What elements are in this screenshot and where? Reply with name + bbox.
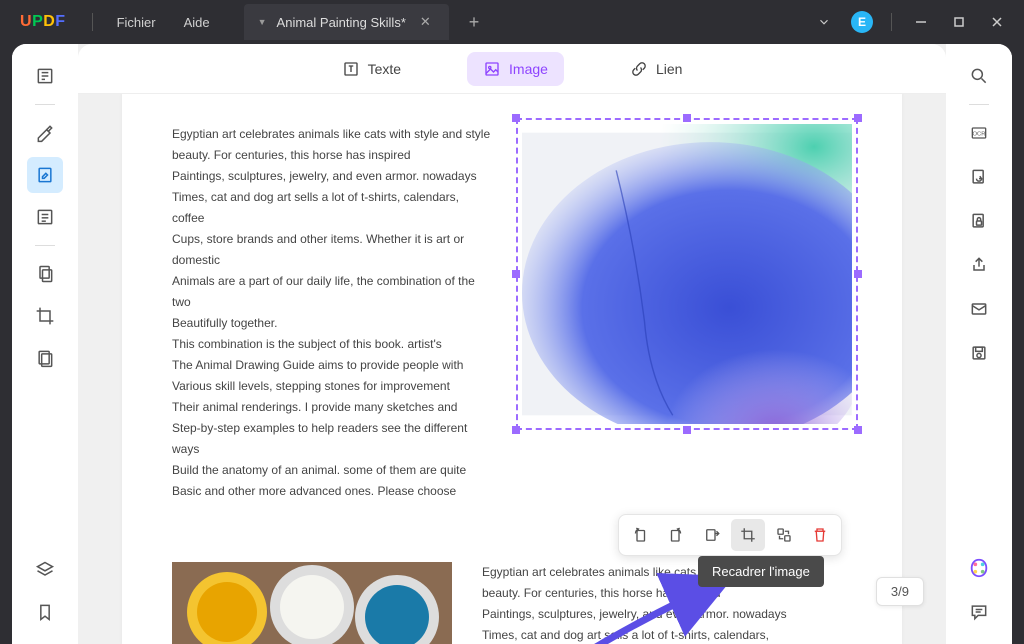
text-icon <box>342 60 360 78</box>
replace-image-icon[interactable] <box>767 519 801 551</box>
page-indicator[interactable]: 3/9 <box>876 577 924 606</box>
text-column-left: Egyptian art celebrates animals like cat… <box>172 124 492 502</box>
tool-text-label: Texte <box>368 61 401 77</box>
center-area: Texte Image Lien Egyptian art celebrates… <box>78 44 946 644</box>
image-context-toolbar <box>618 514 842 556</box>
compress-icon[interactable] <box>27 340 63 376</box>
resize-handle[interactable] <box>512 270 520 278</box>
crop-icon[interactable] <box>27 298 63 334</box>
maximize-button[interactable] <box>940 4 978 40</box>
resize-handle[interactable] <box>683 426 691 434</box>
share-icon[interactable] <box>961 247 997 283</box>
resize-handle[interactable] <box>854 270 862 278</box>
crop-image-icon[interactable] <box>731 519 765 551</box>
rotate-right-icon[interactable] <box>659 519 693 551</box>
edit-icon[interactable] <box>27 157 63 193</box>
separator <box>969 104 989 105</box>
workspace: Texte Image Lien Egyptian art celebrates… <box>12 44 1012 644</box>
search-icon[interactable] <box>961 58 997 94</box>
page-canvas[interactable]: Egyptian art celebrates animals like cat… <box>78 94 946 644</box>
comment-icon[interactable] <box>961 594 997 630</box>
crop-tooltip: Recadrer l'image <box>698 556 824 587</box>
menu-help[interactable]: Aide <box>170 15 224 30</box>
layers-icon[interactable] <box>27 552 63 588</box>
bookmark-icon[interactable] <box>27 594 63 630</box>
resize-handle[interactable] <box>854 114 862 122</box>
paint-cups-image <box>172 562 452 644</box>
tool-link[interactable]: Lien <box>614 52 698 86</box>
tool-image-label: Image <box>509 61 548 77</box>
left-sidebar <box>12 44 78 644</box>
resize-handle[interactable] <box>512 426 520 434</box>
rotate-left-icon[interactable] <box>623 519 657 551</box>
separator <box>35 245 55 246</box>
user-avatar[interactable]: E <box>843 4 881 40</box>
minimize-button[interactable] <box>902 4 940 40</box>
tab-title: Animal Painting Skills* <box>277 15 406 30</box>
app-logo: UPDF <box>0 13 82 31</box>
divider <box>891 13 892 31</box>
form-icon[interactable] <box>27 199 63 235</box>
email-icon[interactable] <box>961 291 997 327</box>
delete-image-icon[interactable] <box>803 519 837 551</box>
tab-bar: ▼ Animal Painting Skills* ✕ + <box>244 0 488 44</box>
chevron-down-icon[interactable] <box>805 4 843 40</box>
convert-icon[interactable] <box>961 159 997 195</box>
link-icon <box>630 60 648 78</box>
right-sidebar: OCR <box>946 44 1012 644</box>
menu-file[interactable]: Fichier <box>103 15 170 30</box>
tool-image[interactable]: Image <box>467 52 564 86</box>
highlight-icon[interactable] <box>27 115 63 151</box>
save-icon[interactable] <box>961 335 997 371</box>
window-controls: E <box>805 4 1024 40</box>
extract-image-icon[interactable] <box>695 519 729 551</box>
new-tab-button[interactable]: + <box>461 8 488 37</box>
selection-outline <box>516 118 858 430</box>
edit-toolbar: Texte Image Lien <box>78 44 946 94</box>
view-icon[interactable] <box>27 58 63 94</box>
resize-handle[interactable] <box>854 426 862 434</box>
tab-menu-icon[interactable]: ▼ <box>258 17 267 27</box>
organize-icon[interactable] <box>27 256 63 292</box>
resize-handle[interactable] <box>683 114 691 122</box>
close-window-button[interactable] <box>978 4 1016 40</box>
tool-text[interactable]: Texte <box>326 52 417 86</box>
image-icon <box>483 60 501 78</box>
ai-assistant-icon[interactable] <box>961 550 997 586</box>
protect-icon[interactable] <box>961 203 997 239</box>
tool-link-label: Lien <box>656 61 682 77</box>
document-tab[interactable]: ▼ Animal Painting Skills* ✕ <box>244 4 449 40</box>
titlebar: UPDF Fichier Aide ▼ Animal Painting Skil… <box>0 0 1024 44</box>
ocr-icon[interactable]: OCR <box>961 115 997 151</box>
resize-handle[interactable] <box>512 114 520 122</box>
separator <box>35 104 55 105</box>
divider <box>92 13 93 31</box>
close-tab-icon[interactable]: ✕ <box>416 12 435 32</box>
selected-image[interactable] <box>522 124 852 424</box>
svg-text:OCR: OCR <box>973 132 986 138</box>
